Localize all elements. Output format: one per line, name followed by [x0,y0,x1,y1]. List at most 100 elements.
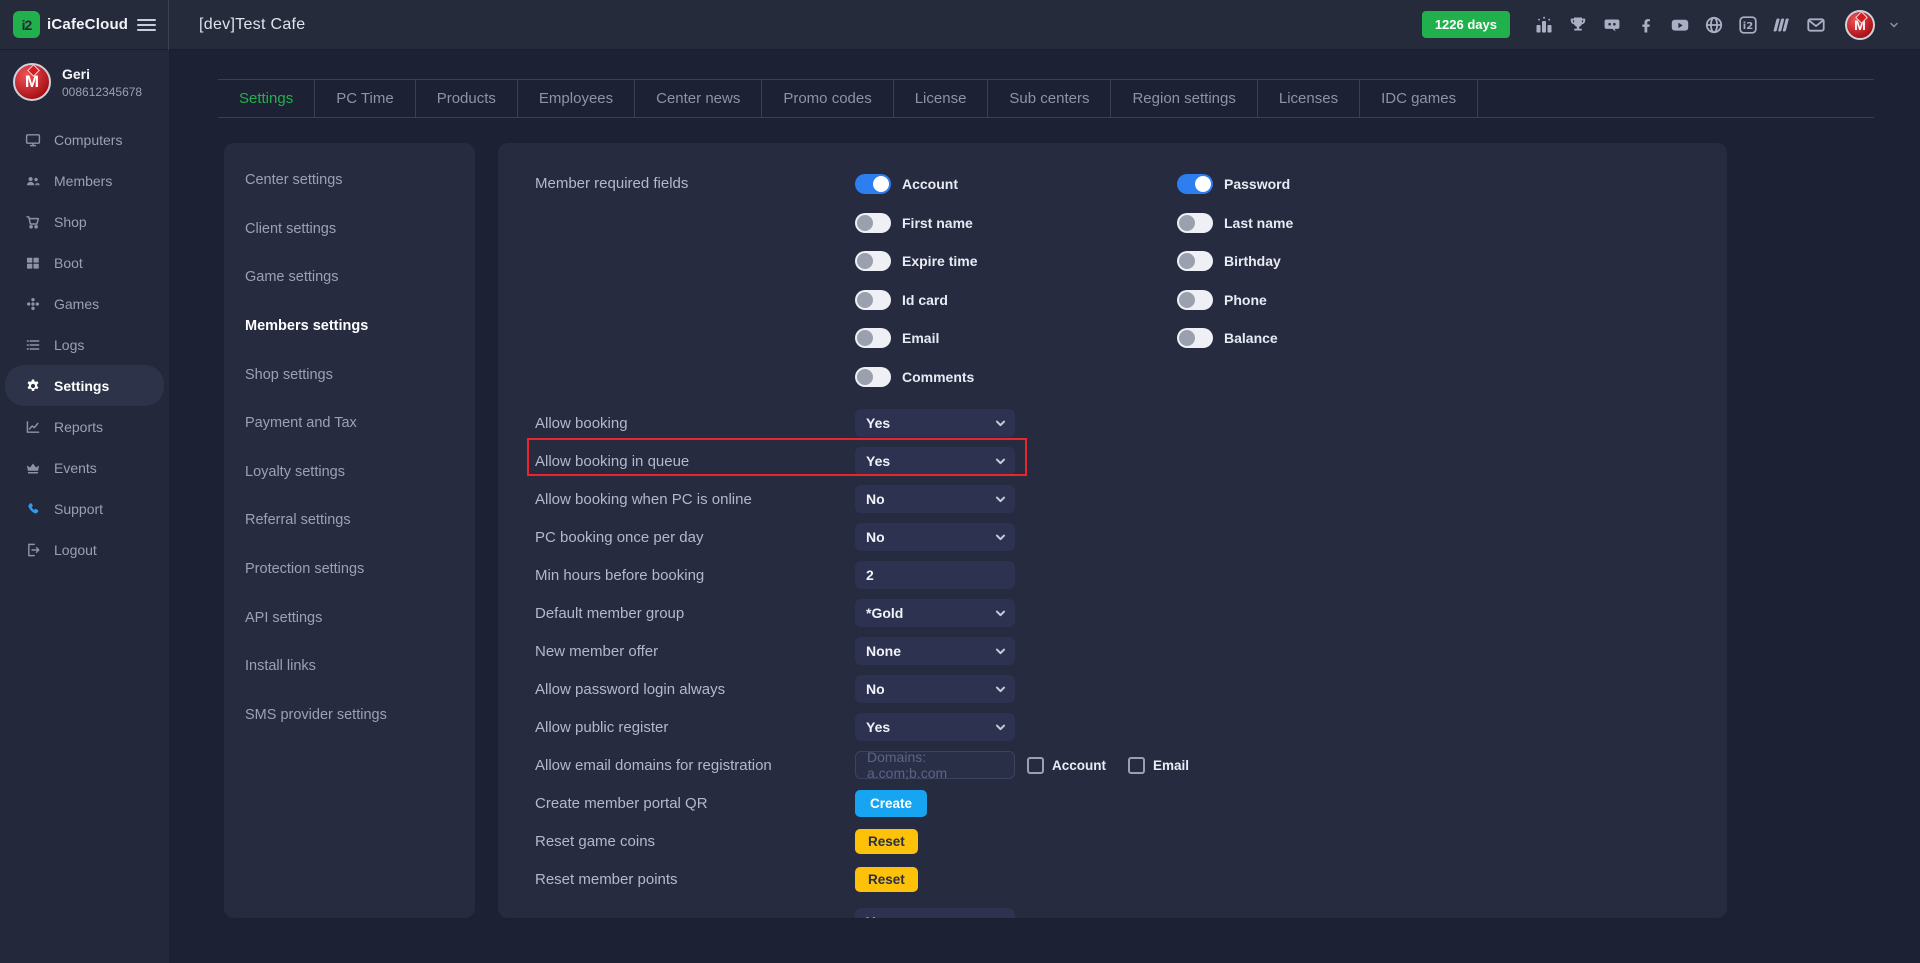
svg-text:i2: i2 [1742,21,1752,32]
submenu-item-game-settings[interactable]: Game settings [224,253,475,302]
first-name-toggle[interactable] [855,213,891,233]
sidebar-item-logout[interactable]: Logout [0,529,169,570]
settings-row-allow-email-domains-for-registration: Allow email domains for registration Doma… [498,746,1727,784]
user-avatar[interactable]: M [1845,10,1875,40]
toggle-label: Birthday [1224,253,1281,269]
menu-toggle-icon[interactable] [137,19,156,31]
allow-public-register-select[interactable]: Yes [855,713,1015,741]
phone-toggle[interactable] [1177,290,1213,310]
field-control: 2 [855,561,1015,589]
tab-settings[interactable]: Settings [218,80,315,118]
field-label: Default member group [535,605,847,622]
tab-sub-centers[interactable]: Sub centers [988,80,1111,118]
youtube-icon[interactable] [1669,14,1690,35]
globe-icon[interactable] [1703,14,1724,35]
chevron-down-icon [994,607,1007,623]
submenu-item-members-settings[interactable]: Members settings [224,302,475,351]
toggle-label: Phone [1224,292,1267,308]
field-control: Yes [855,898,1015,918]
comments-toggle[interactable] [855,367,891,387]
logout-icon [24,541,41,558]
chevron-down-icon[interactable] [1888,19,1900,31]
chevron-down-icon [994,531,1007,547]
field-control: Domains: a.com;b.comAccountEmail [855,751,1189,779]
last-name-toggle[interactable] [1177,213,1213,233]
sidebar-item-members[interactable]: Members [0,160,169,201]
settings-row-pc-booking-once-per-day: PC booking once per dayNo [498,518,1727,556]
min-hours-before-booking-input[interactable]: 2 [855,561,1015,589]
submenu-item-install-links[interactable]: Install links [224,642,475,691]
account-toggle[interactable] [855,174,891,194]
sidebar-item-games[interactable]: Games [0,283,169,324]
account-checkbox[interactable] [1027,757,1044,774]
reset-game-coins-button[interactable]: Reset [855,829,918,854]
windows-icon [24,254,41,271]
birthday-toggle[interactable] [1177,251,1213,271]
tab-idc-games[interactable]: IDC games [1360,80,1478,118]
allow-password-login-always-select[interactable]: No [855,675,1015,703]
email-toggle[interactable] [855,328,891,348]
submenu-item-protection-settings[interactable]: Protection settings [224,545,475,594]
sidebar-item-events[interactable]: Events [0,447,169,488]
icafe-icon[interactable]: i2 [1737,14,1758,35]
allow-booking-select[interactable]: Yes [855,409,1015,437]
mail-icon[interactable] [1805,14,1826,35]
email-checkbox[interactable] [1128,757,1145,774]
submenu-item-referral-settings[interactable]: Referral settings [224,496,475,545]
license-days-badge[interactable]: 1226 days [1422,11,1510,38]
new-member-offer-select[interactable]: None [855,637,1015,665]
sidebar-item-settings[interactable]: Settings [5,365,164,406]
toggle-label: Account [902,176,958,192]
tab-employees[interactable]: Employees [518,80,635,118]
allow-booking-when-pc-is-online-select[interactable]: No [855,485,1015,513]
field-control: Reset [855,867,918,892]
tab-center-news[interactable]: Center news [635,80,762,118]
submenu-item-loyalty-settings[interactable]: Loyalty settings [224,448,475,497]
pc-booking-once-per-day-select[interactable]: No [855,523,1015,551]
sidebar-item-computers[interactable]: Computers [0,119,169,160]
create-member-portal-qr-button[interactable]: Create [855,790,927,817]
cards-icon[interactable] [1771,14,1792,35]
submenu-item-payment-and-tax[interactable]: Payment and Tax [224,399,475,448]
gear-icon [24,377,41,394]
balance-toggle[interactable] [1177,328,1213,348]
settings-row-allow-public-register: Allow public registerYes [498,708,1727,746]
user-phone: 008612345678 [62,85,142,99]
allow-email-domains-for-registration-input[interactable]: Domains: a.com;b.com [855,751,1015,779]
ranking-icon[interactable] [1533,14,1554,35]
field-select[interactable]: Yes [855,908,1015,918]
submenu-item-client-settings[interactable]: Client settings [224,205,475,254]
required-field-password: Password [1177,165,1499,204]
submenu-item-api-settings[interactable]: API settings [224,593,475,642]
sidebar-item-logs[interactable]: Logs [0,324,169,365]
tab-pc-time[interactable]: PC Time [315,80,416,118]
trophy-icon[interactable] [1567,14,1588,35]
password-toggle[interactable] [1177,174,1213,194]
settings-row-allow-booking-when-pc-is-online: Allow booking when PC is onlineNo [498,480,1727,518]
discord-icon[interactable] [1601,14,1622,35]
tab-products[interactable]: Products [416,80,518,118]
sidebar-item-shop[interactable]: Shop [0,201,169,242]
field-label: Min hours before booking [535,567,847,584]
reset-member-points-button[interactable]: Reset [855,867,918,892]
allow-booking-in-queue-select[interactable]: Yes [855,447,1015,475]
expire-time-toggle[interactable] [855,251,891,271]
submenu-item-shop-settings[interactable]: Shop settings [224,350,475,399]
id-card-toggle[interactable] [855,290,891,310]
tab-promo-codes[interactable]: Promo codes [762,80,893,118]
sidebar-item-reports[interactable]: Reports [0,406,169,447]
field-label: Allow email domains for registration [535,757,847,774]
submenu-item-sms-provider-settings[interactable]: SMS provider settings [224,691,475,740]
tab-licenses[interactable]: Licenses [1258,80,1360,118]
submenu-item-center-settings[interactable]: Center settings [224,156,475,205]
default-member-group-select[interactable]: *Gold [855,599,1015,627]
page-title: [dev]Test Cafe [199,16,305,34]
sidebar-item-boot[interactable]: Boot [0,242,169,283]
sidebar-item-support[interactable]: Support [0,488,169,529]
facebook-icon[interactable] [1635,14,1656,35]
tab-region-settings[interactable]: Region settings [1111,80,1257,118]
sidebar-item-label: Events [54,460,97,476]
field-label: Reset game coins [535,833,847,850]
tab-license[interactable]: License [894,80,989,118]
cart-icon [24,213,41,230]
